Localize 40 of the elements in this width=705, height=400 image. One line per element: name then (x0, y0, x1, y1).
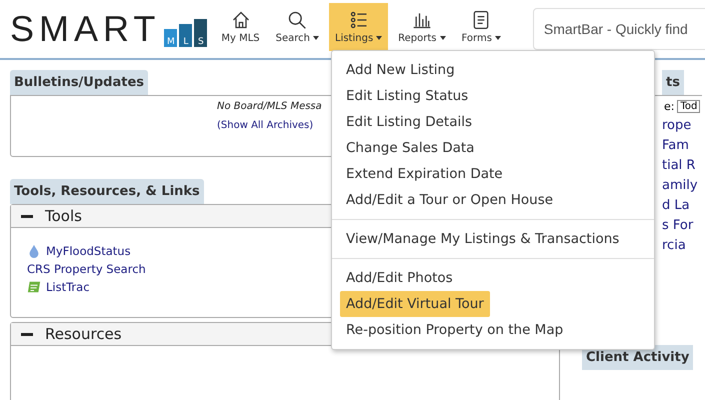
tool-link[interactable]: CRS Property Search (27, 262, 146, 276)
smartbar-field[interactable]: SmartBar - Quickly find (532, 8, 705, 50)
search-link[interactable]: amily (662, 178, 702, 193)
search-link[interactable]: tial R (662, 158, 702, 173)
panel-title: Resources (45, 325, 122, 343)
menu-item[interactable]: Extend Expiration Date (340, 161, 509, 187)
nav-menu-item[interactable]: Search (270, 3, 325, 51)
nav-menu-item[interactable]: My MLS (215, 3, 266, 51)
menu-item[interactable]: Add/Edit Virtual Tour (340, 291, 490, 317)
menu-item[interactable]: Edit Listing Details (340, 109, 478, 135)
list-icon (348, 10, 369, 30)
search-link[interactable]: rcia (662, 238, 702, 253)
house-icon (230, 10, 250, 30)
logo-letter: M (164, 29, 178, 47)
water-drop-icon (27, 244, 41, 258)
panel-title: Tools (45, 207, 82, 225)
menu-item[interactable]: Change Sales Data (340, 135, 480, 161)
search-link[interactable]: d La (662, 198, 702, 213)
document-icon (471, 10, 492, 30)
filter-select[interactable]: Tod (677, 100, 700, 113)
logo-wordmark: SMART (10, 11, 160, 47)
menu-item[interactable]: Add/Edit Photos (340, 265, 459, 291)
nav-menu-item[interactable]: Listings (329, 3, 388, 51)
menu-item[interactable]: View/Manage My Listings & Transactions (340, 226, 626, 252)
menu-item[interactable]: Edit Listing Status (340, 83, 474, 109)
search-link[interactable]: Fam (662, 138, 702, 153)
logo-letter: L (179, 24, 192, 47)
filter-label: e: (664, 100, 674, 113)
logo-letter: S (194, 19, 208, 47)
search-icon (287, 10, 308, 30)
menu-item[interactable]: Add New Listing (340, 57, 461, 83)
search-link[interactable]: s For (662, 218, 702, 233)
tool-link[interactable]: ListTrac (46, 280, 90, 294)
no-messages-text: No Board/MLS Messa (217, 101, 322, 112)
tool-link[interactable]: MyFloodStatus (46, 244, 131, 258)
menu-item[interactable]: Add/Edit a Tour or Open House (340, 187, 560, 213)
search-link[interactable]: rope (662, 118, 702, 133)
menu-item[interactable]: Re-position Property on the Map (340, 317, 570, 343)
show-archives-link[interactable]: (Show All Archives) (217, 120, 314, 131)
note-icon (27, 280, 41, 294)
